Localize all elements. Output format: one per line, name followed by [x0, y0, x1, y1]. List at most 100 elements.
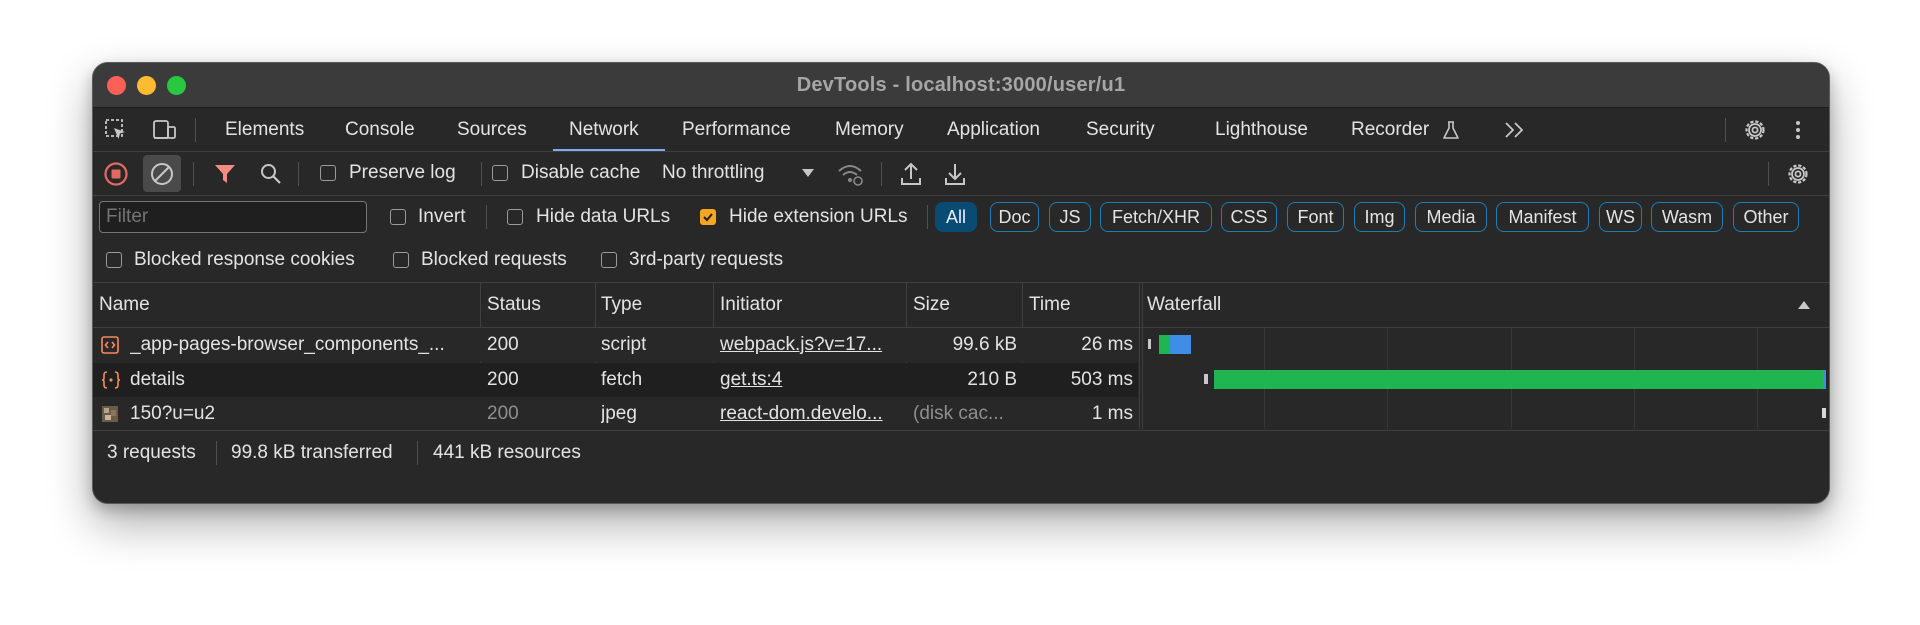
- waterfall-bar-waiting: [1214, 370, 1823, 389]
- tab-console[interactable]: Console: [345, 108, 415, 151]
- requests-table: Name Status Type Initiator Size Time Wat…: [93, 283, 1829, 431]
- hide-extension-urls-label: Hide extension URLs: [729, 206, 908, 227]
- request-status: 200: [487, 369, 519, 390]
- maximize-window-button[interactable]: [167, 76, 186, 95]
- column-header-status[interactable]: Status: [487, 283, 541, 327]
- type-filter-font[interactable]: Font: [1287, 202, 1344, 232]
- waterfall-cache-marker: [1822, 408, 1826, 418]
- resources-size: 441 kB resources: [433, 442, 581, 463]
- network-conditions-icon[interactable]: [836, 161, 864, 187]
- type-filter-wasm[interactable]: Wasm: [1651, 202, 1723, 232]
- filter-input[interactable]: [99, 201, 367, 233]
- type-filter-fetch-xhr[interactable]: Fetch/XHR: [1100, 202, 1212, 232]
- script-icon: [101, 336, 119, 354]
- disable-cache-checkbox[interactable]: [492, 165, 508, 181]
- clear-icon: [151, 163, 173, 185]
- throttling-select[interactable]: No throttling: [662, 162, 764, 184]
- more-tabs-icon[interactable]: [1503, 120, 1527, 140]
- tab-recorder[interactable]: Recorder: [1351, 108, 1429, 151]
- table-row[interactable]: details 200 fetch get.ts:4 210 B 503 ms: [93, 363, 1138, 397]
- filter-bar: Invert Hide data URLs Hide extension URL…: [93, 196, 1829, 238]
- tab-performance[interactable]: Performance: [682, 108, 791, 151]
- type-filter-js[interactable]: JS: [1049, 202, 1091, 232]
- column-header-name[interactable]: Name: [99, 283, 150, 327]
- export-har-icon[interactable]: [944, 161, 966, 187]
- request-status: 200: [487, 334, 519, 355]
- request-type: script: [601, 334, 647, 355]
- request-name: details: [130, 369, 185, 390]
- network-settings-icon[interactable]: [1786, 162, 1810, 186]
- type-filter-doc[interactable]: Doc: [990, 202, 1039, 232]
- clear-button[interactable]: [143, 155, 181, 192]
- settings-gear-icon[interactable]: [1743, 118, 1767, 142]
- request-size: 99.6 kB: [952, 334, 1017, 355]
- window-title: DevTools - localhost:3000/user/u1: [796, 73, 1126, 96]
- third-party-checkbox[interactable]: [601, 252, 617, 268]
- invert-checkbox[interactable]: [390, 209, 406, 225]
- dropdown-arrow-icon[interactable]: [801, 168, 815, 178]
- close-window-button[interactable]: [107, 76, 126, 95]
- request-count: 3 requests: [107, 442, 196, 463]
- search-icon[interactable]: [259, 162, 283, 186]
- disable-cache-label: Disable cache: [521, 162, 641, 183]
- hide-extension-urls-checkbox[interactable]: [700, 209, 716, 225]
- sort-ascending-icon[interactable]: [1797, 300, 1811, 310]
- import-har-icon[interactable]: [900, 161, 922, 187]
- waterfall-bar-download: [1823, 370, 1826, 389]
- tab-separator: [195, 118, 196, 142]
- tab-sources[interactable]: Sources: [457, 108, 527, 151]
- table-row[interactable]: 150?u=u2 200 jpeg react-dom.develo... (d…: [93, 397, 1138, 431]
- column-divider: [1142, 283, 1143, 429]
- blocked-cookies-label: Blocked response cookies: [134, 249, 355, 270]
- type-filter-manifest[interactable]: Manifest: [1496, 202, 1589, 232]
- tab-elements[interactable]: Elements: [225, 108, 304, 151]
- column-header-type[interactable]: Type: [601, 283, 642, 327]
- column-header-waterfall[interactable]: Waterfall: [1147, 283, 1221, 327]
- tab-application[interactable]: Application: [947, 108, 1040, 151]
- blocked-requests-checkbox[interactable]: [393, 252, 409, 268]
- type-filter-all[interactable]: All: [935, 202, 977, 232]
- tab-security[interactable]: Security: [1086, 108, 1155, 151]
- column-header-initiator[interactable]: Initiator: [720, 283, 782, 327]
- tab-network[interactable]: Network: [569, 108, 639, 151]
- toolbar-separator: [193, 162, 194, 186]
- request-type: fetch: [601, 369, 643, 390]
- type-filter-other[interactable]: Other: [1733, 202, 1799, 232]
- request-time: 1 ms: [1091, 403, 1133, 424]
- preserve-log-checkbox[interactable]: [320, 165, 336, 181]
- device-toolbar-icon[interactable]: [151, 118, 177, 142]
- status-separator: [216, 441, 217, 465]
- request-status: 200: [487, 403, 519, 424]
- blocked-cookies-checkbox[interactable]: [106, 252, 122, 268]
- more-options-icon[interactable]: [1794, 118, 1802, 142]
- filter-icon[interactable]: [213, 163, 237, 185]
- toolbar-separator: [1768, 162, 1769, 186]
- hide-data-urls-checkbox[interactable]: [507, 209, 523, 225]
- request-type: jpeg: [601, 403, 637, 424]
- waterfall-queue-marker: [1204, 374, 1208, 384]
- request-initiator-link[interactable]: get.ts:4: [720, 363, 900, 397]
- request-initiator-link[interactable]: react-dom.develo...: [720, 397, 900, 431]
- table-row[interactable]: _app-pages-browser_components_... 200 sc…: [93, 328, 1138, 362]
- fetch-icon: [101, 371, 121, 389]
- tab-lighthouse[interactable]: Lighthouse: [1215, 108, 1308, 151]
- invert-label: Invert: [418, 206, 466, 227]
- panel-tab-bar: Elements Console Sources Network Perform…: [93, 108, 1829, 152]
- column-header-time[interactable]: Time: [1029, 283, 1071, 327]
- toolbar-separator: [881, 162, 882, 186]
- stop-recording-icon[interactable]: [103, 161, 129, 187]
- type-filter-img[interactable]: Img: [1354, 202, 1405, 232]
- column-divider: [1139, 283, 1140, 429]
- blocked-filters-bar: Blocked response cookies Blocked request…: [93, 239, 1829, 283]
- request-initiator-link[interactable]: webpack.js?v=17...: [720, 328, 900, 362]
- type-filter-media[interactable]: Media: [1415, 202, 1487, 232]
- inspect-element-icon[interactable]: [104, 118, 128, 142]
- blocked-requests-label: Blocked requests: [421, 249, 567, 270]
- type-filter-css[interactable]: CSS: [1221, 202, 1277, 232]
- tab-memory[interactable]: Memory: [835, 108, 904, 151]
- type-filter-ws[interactable]: WS: [1599, 202, 1642, 232]
- traffic-lights: [107, 76, 186, 95]
- minimize-window-button[interactable]: [137, 76, 156, 95]
- column-header-size[interactable]: Size: [913, 283, 950, 327]
- filter-separator: [927, 205, 928, 229]
